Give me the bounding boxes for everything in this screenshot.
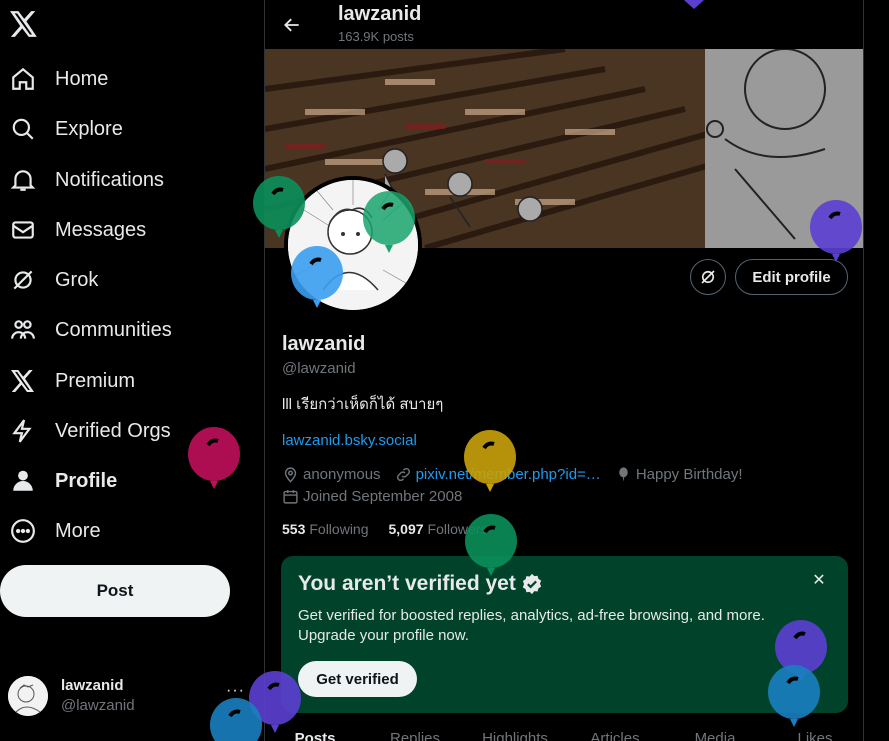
close-icon[interactable]: ✕ xyxy=(809,570,829,590)
nav-label: Communities xyxy=(55,318,172,341)
birthday-text: Happy Birthday! xyxy=(635,465,743,483)
profile-meta: anonymous pixiv.net/member.php?id=… Happ… xyxy=(282,464,757,484)
mail-icon xyxy=(8,215,38,245)
x-logo-icon xyxy=(8,366,38,396)
location-pin-icon xyxy=(284,466,297,483)
balloon-icon xyxy=(465,514,517,576)
grok-icon xyxy=(8,265,38,295)
balloon-icon xyxy=(363,191,415,253)
balloon-icon xyxy=(810,200,862,262)
tab-media[interactable]: Media xyxy=(665,723,765,741)
home-icon xyxy=(8,64,38,94)
nav-premium[interactable]: Premium xyxy=(0,358,135,404)
profile-bio: lll เรียกว่าเห็ดก็ได้ สบายๆ xyxy=(282,396,444,413)
nav-messages[interactable]: Messages xyxy=(0,207,146,253)
tab-articles[interactable]: Articles xyxy=(565,723,665,741)
account-name: lawzanid xyxy=(61,677,124,694)
nav-home[interactable]: Home xyxy=(0,56,108,102)
nav-label: Verified Orgs xyxy=(55,419,171,442)
header-name: lawzanid xyxy=(338,3,422,25)
follow-stats: 553 Following 5,097 Followers xyxy=(282,521,487,537)
link-icon xyxy=(396,467,410,481)
joined-text: Joined September 2008 xyxy=(303,487,463,505)
following-link[interactable]: 553 Following xyxy=(282,521,369,537)
grok-profile-button[interactable] xyxy=(690,259,726,295)
nav-grok[interactable]: Grok xyxy=(0,257,98,303)
location-text: anonymous xyxy=(303,465,381,483)
joined-item: Joined September 2008 xyxy=(282,488,462,505)
lightning-icon xyxy=(8,416,38,446)
search-icon xyxy=(8,114,38,144)
promo-description: Get verified for boosted replies, analyt… xyxy=(298,607,765,644)
nav-label: More xyxy=(55,519,101,542)
balloon-icon xyxy=(619,466,628,482)
sidebar: Home Explore Notifications Messages Grok… xyxy=(0,0,264,741)
profile-name: lawzanid xyxy=(282,333,366,355)
balloon-icon xyxy=(253,176,305,238)
nav-label: Messages xyxy=(55,218,147,241)
communities-icon xyxy=(8,315,38,345)
nav-label: Profile xyxy=(55,469,118,492)
profile-joined: Joined September 2008 xyxy=(282,486,476,506)
nav-label: Explore xyxy=(55,117,123,140)
nav-label: Grok xyxy=(55,268,99,291)
balloon-icon xyxy=(464,430,516,492)
get-verified-button[interactable]: Get verified xyxy=(298,661,417,697)
birthday-item: Happy Birthday! xyxy=(615,466,743,483)
verification-promo-card: You aren’t verified yet ✕ Get verified f… xyxy=(281,556,848,713)
profile-handle: @lawzanid xyxy=(282,360,356,377)
nav-label: Home xyxy=(55,67,109,90)
balloon-icon xyxy=(684,0,704,9)
nav-notifications[interactable]: Notifications xyxy=(0,157,164,203)
header-post-count: 163.9K posts xyxy=(338,29,414,44)
profile-bio-link[interactable]: lawzanid.bsky.social xyxy=(282,432,417,449)
more-circle-icon xyxy=(8,516,38,546)
nav-more[interactable]: More xyxy=(0,508,101,554)
profile-header: lawzanid 163.9K posts xyxy=(265,0,863,49)
balloon-icon xyxy=(210,698,262,741)
balloon-icon xyxy=(291,246,343,308)
nav-communities[interactable]: Communities xyxy=(0,307,172,353)
nav-label: Notifications xyxy=(55,168,164,191)
tab-highlights[interactable]: Highlights xyxy=(465,723,565,741)
avatar xyxy=(8,676,48,716)
back-arrow-icon[interactable] xyxy=(279,12,305,38)
nav-profile[interactable]: Profile xyxy=(0,458,117,504)
calendar-icon xyxy=(283,489,298,504)
nav-verified-orgs[interactable]: Verified Orgs xyxy=(0,408,171,454)
person-icon xyxy=(8,466,38,496)
balloon-icon xyxy=(188,427,240,489)
verified-badge-icon xyxy=(522,573,542,595)
bell-icon xyxy=(8,165,38,195)
x-logo-icon[interactable] xyxy=(8,8,40,40)
balloon-icon xyxy=(768,665,820,727)
tab-replies[interactable]: Replies xyxy=(365,723,465,741)
post-button[interactable]: Post xyxy=(0,565,230,617)
nav-explore[interactable]: Explore xyxy=(0,106,123,152)
account-handle: @lawzanid xyxy=(61,697,135,714)
location-item: anonymous xyxy=(282,466,381,483)
nav-label: Premium xyxy=(55,369,136,392)
